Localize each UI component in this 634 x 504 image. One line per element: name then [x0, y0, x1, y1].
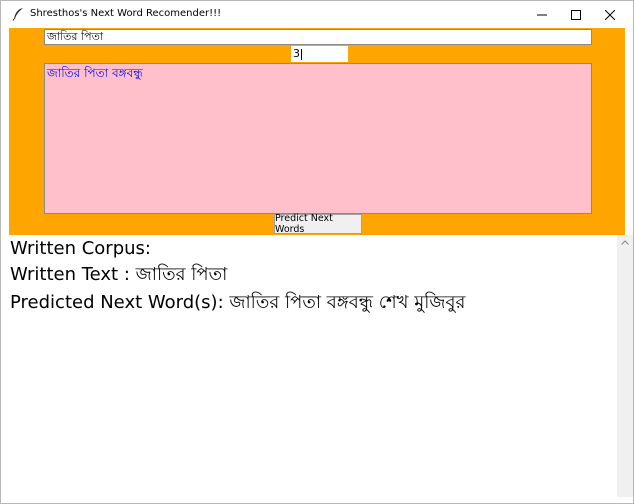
window-left-margin	[1, 28, 9, 497]
word-count-value: 3	[293, 47, 300, 60]
maximize-icon	[571, 9, 581, 20]
word-count-input[interactable]: 3	[291, 46, 348, 62]
minimize-icon	[537, 14, 547, 15]
result-textarea[interactable]: জাতির পিতা বঙ্গবন্ধু	[44, 63, 592, 214]
predict-next-words-button[interactable]: Predict Next Words	[274, 213, 362, 235]
output-text-area[interactable]: Written Corpus: Written Text : জাতির পিত…	[9, 235, 617, 497]
result-text: জাতির পিতা বঙ্গবন্ধু	[47, 66, 143, 80]
text-input[interactable]: জাতির পিতা	[44, 29, 592, 45]
minimize-button[interactable]	[525, 1, 559, 28]
maximize-button[interactable]	[559, 1, 593, 28]
chevron-up-icon	[621, 239, 629, 245]
text-cursor	[301, 48, 302, 60]
written-text-line: Written Text : জাতির পিতা	[10, 264, 228, 285]
vertical-scrollbar[interactable]	[617, 235, 633, 497]
window-bottom-margin	[1, 497, 633, 503]
close-icon	[605, 9, 615, 20]
close-button[interactable]	[593, 1, 627, 28]
predicted-words-line: Predicted Next Word(s): জাতির পিতা বঙ্গব…	[10, 292, 466, 313]
window-title: Shresthos's Next Word Recomender!!!	[30, 8, 222, 19]
scroll-up-button[interactable]	[617, 235, 633, 249]
written-corpus-line: Written Corpus:	[10, 238, 151, 259]
title-bar[interactable]: Shresthos's Next Word Recomender!!!	[1, 1, 633, 28]
app-window: Shresthos's Next Word Recomender!!! জাতি…	[0, 0, 634, 504]
feather-icon	[12, 8, 23, 21]
